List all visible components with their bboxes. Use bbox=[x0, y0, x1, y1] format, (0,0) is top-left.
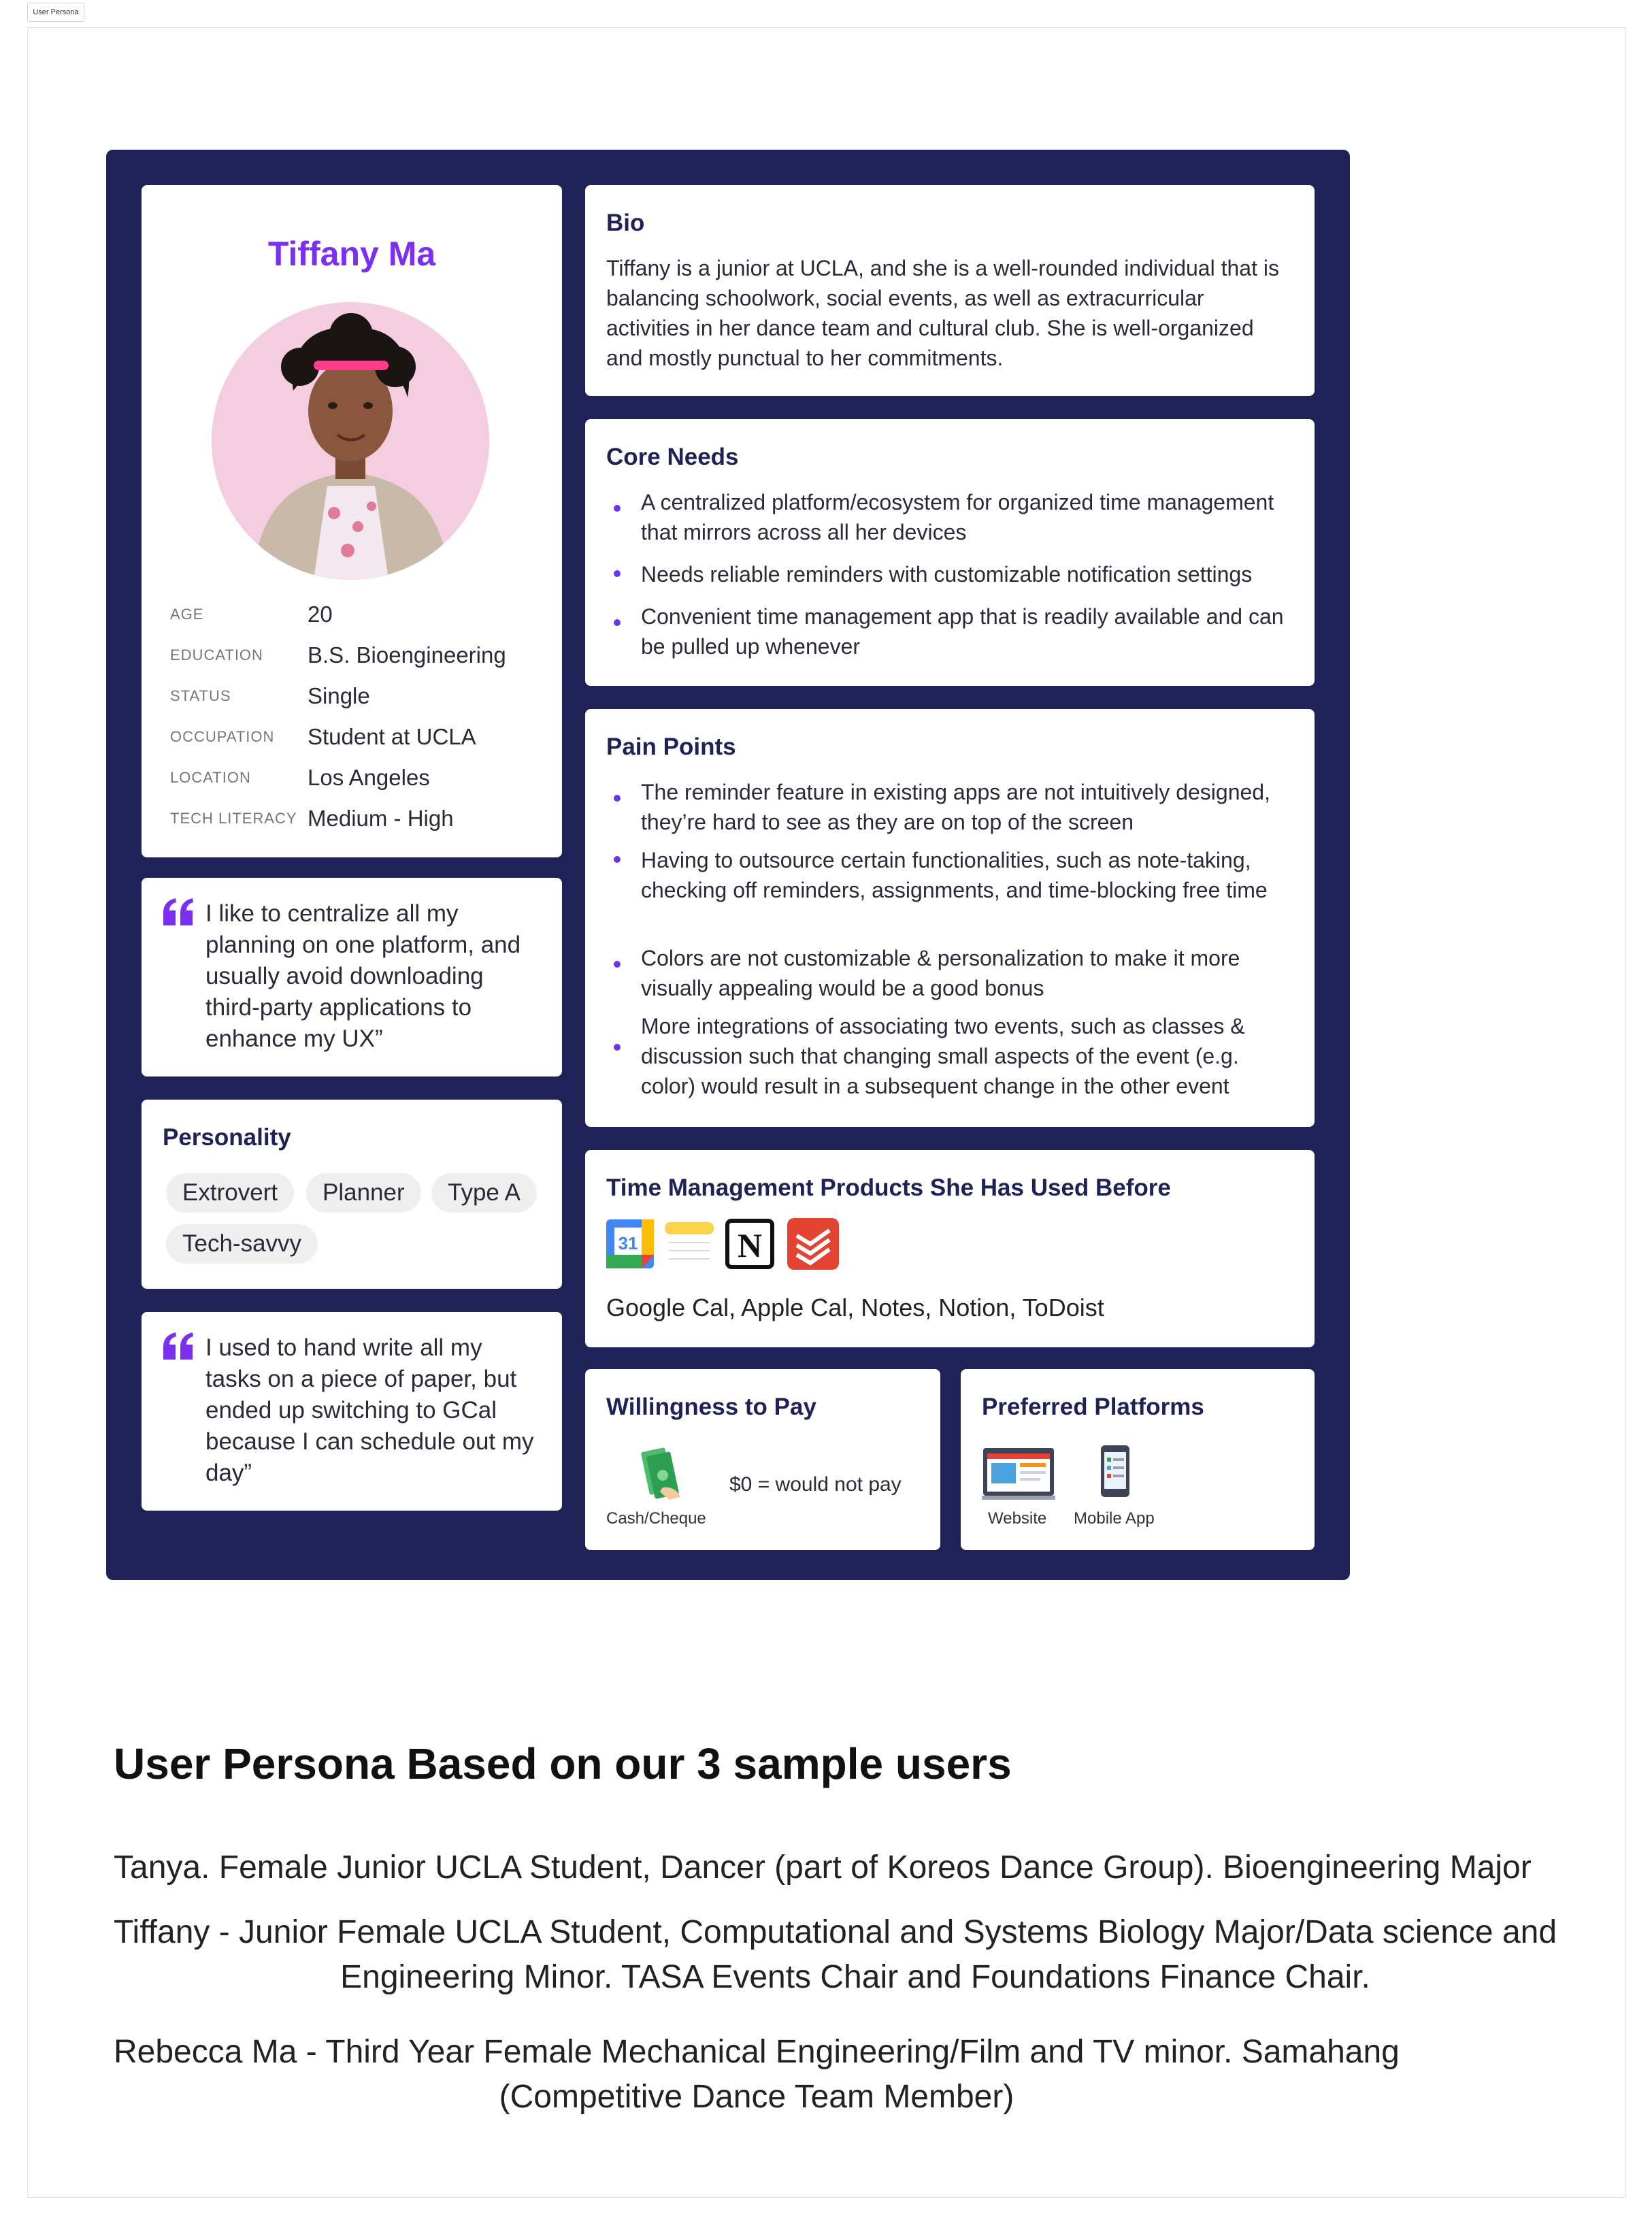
personality-title: Personality bbox=[163, 1124, 291, 1151]
pain-point-text: Having to outsource certain functionalit… bbox=[641, 848, 1268, 902]
quote-icon bbox=[163, 898, 193, 925]
personality-tag-planner: Planner bbox=[306, 1173, 421, 1213]
bullet-dot bbox=[614, 795, 621, 802]
info-key-education: EDUCATION bbox=[170, 646, 263, 663]
info-key-tech-literacy: TECH LITERACY bbox=[170, 810, 297, 827]
quote-card-1: I like to centralize all my planning on … bbox=[142, 878, 562, 1076]
platform-label-website: Website bbox=[988, 1509, 1047, 1528]
pain-point-text: Colors are not customizable & personaliz… bbox=[641, 946, 1240, 1000]
info-value-education: B.S. Bioengineering bbox=[308, 642, 506, 668]
summary-user-tanya: Tanya. Female Junior UCLA Student, Dance… bbox=[114, 1845, 1532, 1890]
quote-text-1: I like to centralize all my planning on … bbox=[205, 900, 521, 1052]
summary-title: User Persona Based on our 3 sample users bbox=[114, 1739, 1012, 1788]
bullet-dot bbox=[614, 570, 621, 577]
notion-letter-text: N bbox=[738, 1226, 762, 1264]
info-key-status: STATUS bbox=[170, 687, 231, 704]
avatar bbox=[212, 302, 489, 580]
persona-name: Tiffany Ma bbox=[267, 235, 436, 273]
apple-notes-icon bbox=[665, 1219, 714, 1268]
core-need-text: Needs reliable reminders with customizab… bbox=[641, 562, 1253, 587]
notion-icon: N bbox=[725, 1219, 774, 1269]
summary-user-rebecca-line-1: Rebecca Ma - Third Year Female Mechanica… bbox=[114, 2034, 1400, 2070]
info-value-age: 20 bbox=[308, 602, 333, 627]
pain-points-title: Pain Points bbox=[606, 734, 736, 760]
profile-card: Tiffany Ma AGE 20 EDUCATION B.S. Bioengi… bbox=[142, 185, 562, 857]
bio-card: Bio Tiffany is a junior at UCLA, and she… bbox=[585, 185, 1315, 396]
products-card: Time Management Products She Has Used Be… bbox=[585, 1150, 1315, 1347]
info-value-occupation: Student at UCLA bbox=[308, 724, 476, 749]
website-icon bbox=[982, 1448, 1055, 1500]
personality-tag-extrovert: Extrovert bbox=[166, 1173, 295, 1213]
platforms-card: Preferred Platforms Website Mobile App bbox=[961, 1369, 1315, 1550]
pain-point-text: More integrations of associating two eve… bbox=[641, 1014, 1245, 1098]
info-key-age: AGE bbox=[170, 606, 204, 623]
platform-label-mobile-app: Mobile App bbox=[1074, 1509, 1155, 1528]
summary-user-tiffany: Tiffany - Junior Female UCLA Student, Co… bbox=[114, 1910, 1597, 2000]
core-need-text: Convenient time management app that is r… bbox=[641, 604, 1284, 659]
info-key-location: LOCATION bbox=[170, 769, 251, 786]
pain-points-card: Pain Points The reminder feature in exis… bbox=[585, 709, 1315, 1127]
info-value-tech-literacy: Medium - High bbox=[308, 806, 454, 831]
personality-tag-tech-savvy: Tech-savvy bbox=[166, 1224, 318, 1264]
quote-icon bbox=[163, 1332, 193, 1360]
core-needs-card: Core Needs A centralized platform/ecosys… bbox=[585, 419, 1315, 686]
platforms-title: Preferred Platforms bbox=[982, 1394, 1204, 1420]
bullet-dot bbox=[614, 619, 621, 626]
personality-card: Personality Extrovert Planner Type A Tec… bbox=[142, 1100, 562, 1289]
products-list: Google Cal, Apple Cal, Notes, Notion, To… bbox=[606, 1294, 1104, 1321]
bullet-dot bbox=[614, 856, 621, 863]
personality-tag-type-a: Type A bbox=[431, 1173, 538, 1213]
quote-text-2: I used to hand write all my tasks on a p… bbox=[205, 1334, 534, 1486]
summary-user-tiffany-line-2: Engineering Minor. TASA Events Chair and… bbox=[340, 1959, 1370, 1995]
google-calendar-icon: 31 bbox=[606, 1219, 654, 1268]
willingness-card: Willingness to Pay Cash/Cheque $0 = woul… bbox=[585, 1369, 940, 1550]
info-value-location: Los Angeles bbox=[308, 765, 430, 790]
summary-user-tanya-line: Tanya. Female Junior UCLA Student, Dance… bbox=[114, 1850, 1532, 1886]
willingness-title: Willingness to Pay bbox=[606, 1394, 816, 1420]
bio-title: Bio bbox=[606, 210, 645, 236]
core-need-text: A centralized platform/ecosystem for org… bbox=[641, 490, 1274, 544]
core-needs-title: Core Needs bbox=[606, 444, 739, 470]
bullet-dot bbox=[614, 505, 621, 512]
info-value-status: Single bbox=[308, 683, 370, 708]
cash-icon bbox=[641, 1447, 680, 1500]
quote-card-2: I used to hand write all my tasks on a p… bbox=[142, 1312, 562, 1511]
persona-board: Tiffany Ma AGE 20 EDUCATION B.S. Bioengi… bbox=[106, 150, 1350, 1580]
cash-label: Cash/Cheque bbox=[606, 1509, 706, 1528]
bullet-dot bbox=[614, 1044, 621, 1051]
products-title: Time Management Products She Has Used Be… bbox=[606, 1174, 1171, 1201]
willingness-amount: $0 = would not pay bbox=[729, 1473, 902, 1496]
info-key-occupation: OCCUPATION bbox=[170, 728, 275, 745]
gcal-day-text: 31 bbox=[618, 1233, 638, 1253]
frame-tab-label[interactable]: User Persona bbox=[27, 3, 84, 22]
mobile-app-icon bbox=[1101, 1445, 1129, 1497]
bullet-dot bbox=[614, 961, 621, 968]
summary-user-tiffany-line-1: Tiffany - Junior Female UCLA Student, Co… bbox=[114, 1914, 1557, 1950]
summary-user-rebecca-line-2: (Competitive Dance Team Member) bbox=[499, 2079, 1014, 2115]
summary-user-rebecca: Rebecca Ma - Third Year Female Mechanica… bbox=[114, 2030, 1400, 2120]
bio-text: Tiffany is a junior at UCLA, and she is … bbox=[606, 256, 1279, 370]
pain-point-text: The reminder feature in existing apps ar… bbox=[641, 780, 1270, 834]
todoist-icon bbox=[787, 1218, 839, 1270]
